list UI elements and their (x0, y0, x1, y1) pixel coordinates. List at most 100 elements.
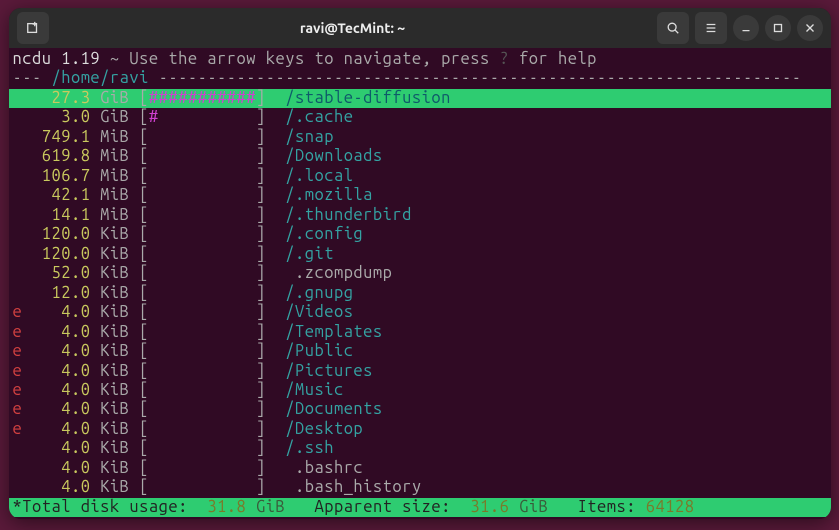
bar-gauge (149, 439, 256, 457)
flag: e (13, 381, 23, 399)
close-button[interactable] (797, 15, 823, 41)
list-item[interactable]: 12.0 KiB [ ] /.gnupg (9, 284, 831, 303)
entry-name: /Templates (276, 323, 383, 341)
size-unit: KiB (90, 323, 139, 341)
total-value: 31.8 (207, 498, 246, 516)
items-value: 64128 (646, 498, 695, 516)
flag (13, 459, 23, 477)
size-value: 4.0 (22, 303, 90, 321)
size-unit: MiB (90, 167, 139, 185)
entry-name: /Pictures (276, 362, 373, 380)
list-item[interactable]: 52.0 KiB [ ] .zcompdump (9, 264, 831, 283)
flag (13, 439, 23, 457)
bar-gauge (149, 206, 256, 224)
list-item[interactable]: e 4.0 KiB [ ] /Music (9, 381, 831, 400)
entry-name: /Music (276, 381, 344, 399)
entry-name: .zcompdump (276, 264, 393, 282)
flag: e (13, 342, 23, 360)
flag (13, 108, 23, 126)
bar-gauge: ########### (149, 89, 256, 107)
list-item[interactable]: 4.0 KiB [ ] .bash_history (9, 478, 831, 497)
size-value: 27.3 (22, 89, 90, 107)
flag: e (13, 362, 23, 380)
size-unit: KiB (90, 342, 139, 360)
list-item[interactable]: 14.1 MiB [ ] /.thunderbird (9, 206, 831, 225)
size-unit: GiB (90, 89, 139, 107)
size-value: 4.0 (22, 323, 90, 341)
entry-name: /.git (276, 245, 334, 263)
help-key: ? (500, 50, 510, 68)
list-item[interactable]: 42.1 MiB [ ] /.mozilla (9, 186, 831, 205)
flag (13, 284, 23, 302)
menu-button[interactable] (695, 12, 727, 44)
flag (13, 225, 23, 243)
size-value: 3.0 (22, 108, 90, 126)
size-unit: MiB (90, 128, 139, 146)
path-line: --- /home/ravi -------------------------… (9, 69, 831, 88)
bar-gauge (149, 478, 256, 496)
list-item[interactable]: 619.8 MiB [ ] /Downloads (9, 147, 831, 166)
bar-gauge (149, 303, 256, 321)
list-item[interactable]: 27.3 GiB [###########] /stable-diffusion (9, 89, 831, 108)
size-unit: KiB (90, 303, 139, 321)
size-value: 4.0 (22, 381, 90, 399)
size-unit: KiB (90, 439, 139, 457)
entry-name: /snap (276, 128, 334, 146)
flag (13, 89, 23, 107)
new-tab-button[interactable] (17, 12, 49, 44)
bar-gauge (149, 284, 256, 302)
flag (13, 206, 23, 224)
size-value: 4.0 (22, 439, 90, 457)
bar-gauge (149, 225, 256, 243)
entry-name: /.ssh (276, 439, 334, 457)
entry-name: /.thunderbird (276, 206, 412, 224)
bar-gauge (149, 459, 256, 477)
app-name: ncdu 1.19 (13, 50, 101, 68)
search-button[interactable] (657, 12, 689, 44)
apparent-label: Apparent size: (315, 498, 451, 516)
apparent-value: 31.6 (470, 498, 509, 516)
list-item[interactable]: e 4.0 KiB [ ] /Pictures (9, 362, 831, 381)
entry-name: /.gnupg (276, 284, 354, 302)
flag: e (13, 420, 23, 438)
size-value: 42.1 (22, 186, 90, 204)
flag (13, 128, 23, 146)
list-item[interactable]: 749.1 MiB [ ] /snap (9, 128, 831, 147)
entry-name: /.config (276, 225, 364, 243)
size-unit: KiB (90, 420, 139, 438)
list-item[interactable]: e 4.0 KiB [ ] /Desktop (9, 420, 831, 439)
list-item[interactable]: e 4.0 KiB [ ] /Templates (9, 323, 831, 342)
bar-gauge (149, 167, 256, 185)
maximize-button[interactable] (765, 15, 791, 41)
list-item[interactable]: 120.0 KiB [ ] /.config (9, 225, 831, 244)
size-unit: KiB (90, 284, 139, 302)
close-icon (803, 21, 817, 35)
list-item[interactable]: 3.0 GiB [# ] /.cache (9, 108, 831, 127)
list-item[interactable]: e 4.0 KiB [ ] /Videos (9, 303, 831, 322)
window-title: ravi@TecMint: ~ (57, 20, 649, 36)
entry-name: /Downloads (276, 147, 383, 165)
size-value: 4.0 (22, 362, 90, 380)
titlebar: ravi@TecMint: ~ (9, 8, 831, 48)
size-value: 12.0 (22, 284, 90, 302)
size-value: 4.0 (22, 420, 90, 438)
flag (13, 167, 23, 185)
terminal-content[interactable]: ncdu 1.19 ~ Use the arrow keys to naviga… (9, 48, 831, 519)
list-item[interactable]: e 4.0 KiB [ ] /Public (9, 342, 831, 361)
list-item[interactable]: 106.7 MiB [ ] /.local (9, 167, 831, 186)
list-item[interactable]: 4.0 KiB [ ] /.ssh (9, 439, 831, 458)
maximize-icon (771, 21, 785, 35)
entry-name: /Public (276, 342, 354, 360)
minimize-button[interactable] (733, 15, 759, 41)
current-path: /home/ravi (51, 69, 148, 87)
list-item[interactable]: 120.0 KiB [ ] /.git (9, 245, 831, 264)
size-unit: KiB (90, 459, 139, 477)
list-item[interactable]: e 4.0 KiB [ ] /Documents (9, 400, 831, 419)
flag (13, 186, 23, 204)
entry-name: /.local (276, 167, 354, 185)
list-item[interactable]: 4.0 KiB [ ] .bashrc (9, 459, 831, 478)
bar-gauge (149, 245, 256, 263)
bar-gauge (149, 342, 256, 360)
flag: e (13, 303, 23, 321)
size-value: 4.0 (22, 342, 90, 360)
